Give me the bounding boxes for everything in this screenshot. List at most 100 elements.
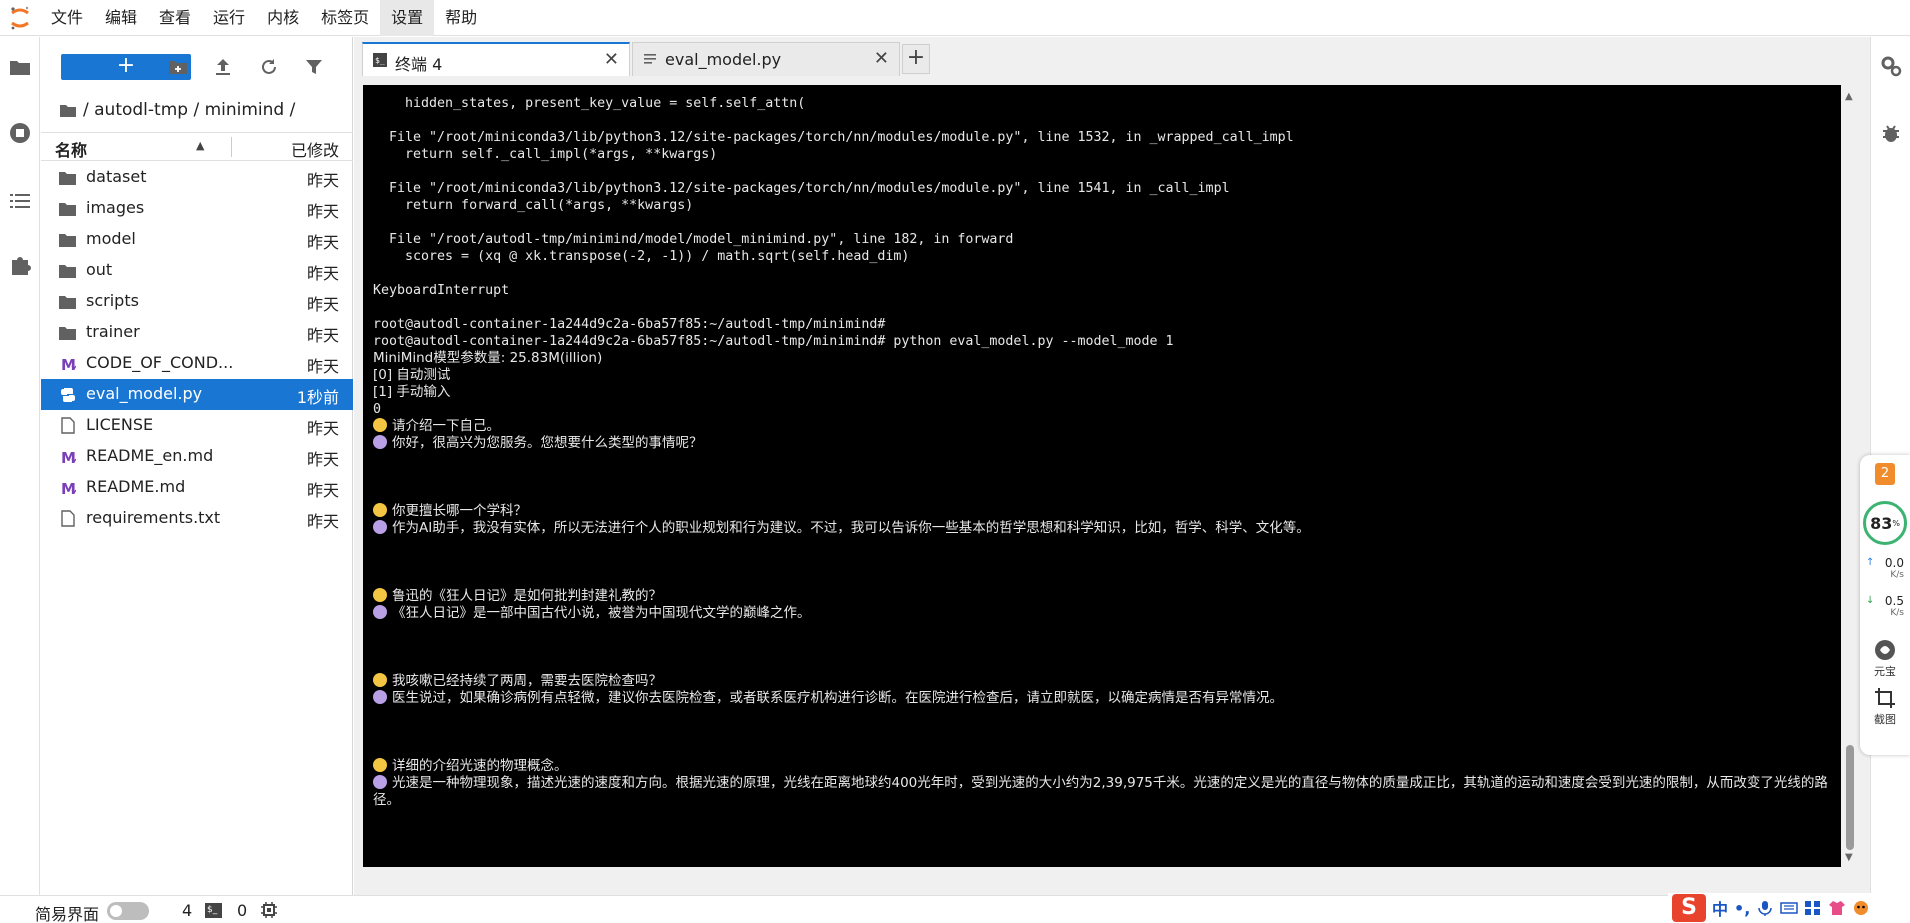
terminal-line: KeyboardInterrupt: [373, 282, 1829, 299]
download-value: 0.5: [1884, 594, 1904, 608]
menu-edit[interactable]: 编辑: [94, 0, 148, 36]
mascot-icon[interactable]: [1852, 900, 1870, 916]
terminal-line-text: return self._call_impl(*args, **kwargs): [373, 147, 718, 162]
terminal-line: [1] 手动输入: [373, 384, 1829, 401]
terminal-output[interactable]: hidden_states, present_key_value = self.…: [363, 85, 1841, 867]
terminal-count-icon[interactable]: $_: [205, 903, 222, 918]
new-folder-icon[interactable]: [167, 56, 189, 78]
file-row[interactable]: M CODE_OF_COND... 昨天: [41, 348, 353, 379]
add-tab-button[interactable]: +: [902, 44, 930, 74]
scrollbar-thumb[interactable]: [1846, 745, 1854, 850]
menu-file[interactable]: 文件: [40, 0, 94, 36]
menu-tabs[interactable]: 标签页: [310, 0, 380, 36]
file-row[interactable]: images 昨天: [41, 193, 353, 224]
terminal-count[interactable]: 0: [237, 901, 247, 920]
markdown-icon: M: [59, 479, 76, 496]
ime-toolbar[interactable]: S 中 •,: [1668, 893, 1910, 923]
file-modified: 昨天: [306, 295, 339, 314]
microphone-icon[interactable]: [1756, 900, 1774, 916]
notification-badge[interactable]: 2: [1875, 463, 1895, 485]
terminal-line-text: MiniMind模型参数量: 25.83M(illion): [373, 350, 603, 366]
kernel-count[interactable]: 4: [182, 901, 192, 920]
ime-punctuation[interactable]: •,: [1734, 899, 1750, 918]
terminal-line: 请介绍一下自己。: [373, 418, 1829, 435]
file-row[interactable]: M README_en.md 昨天: [41, 441, 353, 472]
terminal-line-text: 请介绍一下自己。: [392, 418, 500, 434]
robot-emoji-icon: [373, 435, 387, 449]
extension-puzzle-icon[interactable]: [8, 253, 32, 277]
ime-language[interactable]: 中: [1712, 896, 1728, 920]
close-icon[interactable]: ✕: [874, 48, 889, 69]
debugger-bug-icon[interactable]: [1881, 123, 1901, 147]
file-row[interactable]: model 昨天: [41, 224, 353, 255]
terminal-line: File "/root/miniconda3/lib/python3.12/si…: [373, 129, 1829, 146]
file-row[interactable]: M README.md 昨天: [41, 472, 353, 503]
close-icon[interactable]: ✕: [604, 49, 619, 70]
menu-kernel[interactable]: 内核: [256, 0, 310, 36]
file-row[interactable]: dataset 昨天: [41, 162, 353, 193]
menu-help[interactable]: 帮助: [434, 0, 488, 36]
folder-icon[interactable]: [8, 55, 32, 79]
upload-speed: ↑ 0.0 K/s: [1866, 557, 1904, 581]
menu-run[interactable]: 运行: [202, 0, 256, 36]
scroll-up-arrow-icon[interactable]: ▲: [1845, 91, 1853, 102]
tab-label: eval_model.py: [665, 50, 782, 69]
status-bar: 简易界面 4 $_ 0: [0, 895, 1910, 923]
file-name: eval_model.py: [86, 384, 203, 403]
jupyter-logo-icon: [0, 0, 40, 36]
running-stop-icon[interactable]: [8, 121, 32, 145]
menu-view[interactable]: 查看: [148, 0, 202, 36]
file-modified: 昨天: [306, 419, 339, 438]
file-row[interactable]: requirements.txt 昨天: [41, 503, 353, 534]
file-row[interactable]: scripts 昨天: [41, 286, 353, 317]
text-file-icon: [644, 54, 656, 64]
keyboard-icon[interactable]: [1780, 900, 1799, 916]
terminal-line: 你好，很高兴为您服务。您想要什么类型的事情呢？: [373, 435, 1829, 452]
main-dock-area: $_ 终端 4 ✕ eval_model.py ✕ + hidden_state…: [354, 37, 1870, 895]
terminal-line-text: File "/root/miniconda3/lib/python3.12/si…: [373, 130, 1294, 145]
toolbox-grid-icon[interactable]: [1804, 900, 1822, 916]
terminal-line: [0] 自动测试: [373, 367, 1829, 384]
python-icon: [59, 386, 76, 403]
file-row[interactable]: out 昨天: [41, 255, 353, 286]
file-modified: 昨天: [306, 264, 339, 283]
kernel-status-gear-icon[interactable]: [261, 902, 277, 918]
sort-ascending-icon[interactable]: ▲: [196, 139, 204, 152]
tab-terminal-4[interactable]: $_ 终端 4 ✕: [362, 42, 630, 76]
terminal-line-text: 我咳嗽已经持续了两周，需要去医院检查吗？: [392, 673, 662, 689]
system-monitor-widget[interactable]: 2 83% ↑ 0.0 K/s ↓ 0.5 K/s 元宝 截图: [1860, 455, 1910, 755]
file-row[interactable]: trainer 昨天: [41, 317, 353, 348]
skin-shirt-icon[interactable]: [1828, 900, 1846, 916]
terminal-line: return forward_call(*args, **kwargs): [373, 197, 1829, 214]
screenshot-tool[interactable]: 截图: [1865, 687, 1905, 727]
menu-settings[interactable]: 设置: [380, 0, 435, 36]
sogou-logo-icon[interactable]: S: [1672, 894, 1706, 922]
yuanbao-label: 元宝: [1874, 665, 1896, 678]
column-modified-header[interactable]: 已修改: [291, 137, 339, 161]
breadcrumb-folder-icon[interactable]: [59, 103, 77, 118]
column-name-header[interactable]: 名称: [55, 137, 87, 161]
terminal-line-text: return forward_call(*args, **kwargs): [373, 198, 694, 213]
upload-icon[interactable]: [212, 56, 234, 78]
scroll-down-arrow-icon[interactable]: ▼: [1845, 852, 1853, 863]
file-browser-toolbar: +: [41, 37, 353, 93]
svg-text:$_: $_: [375, 56, 385, 65]
breadcrumb-path[interactable]: / autodl-tmp / minimind /: [83, 95, 295, 125]
yuanbao-tool[interactable]: 元宝: [1865, 639, 1905, 679]
refresh-icon[interactable]: [258, 56, 280, 78]
filter-icon[interactable]: [303, 56, 325, 78]
table-of-contents-icon[interactable]: [8, 189, 32, 213]
terminal-line: return self._call_impl(*args, **kwargs): [373, 146, 1829, 163]
file-row[interactable]: LICENSE 昨天: [41, 410, 353, 441]
property-inspector-gears-icon[interactable]: [1880, 55, 1902, 81]
file-modified: 昨天: [306, 512, 339, 531]
tab-eval-model[interactable]: eval_model.py ✕: [632, 42, 900, 76]
terminal-line: File "/root/autodl-tmp/minimind/model/mo…: [373, 231, 1829, 248]
user-emoji-icon: [373, 588, 387, 602]
terminal-scrollbar[interactable]: ▲ ▼: [1843, 85, 1857, 867]
file-row[interactable]: eval_model.py 1秒前: [41, 379, 353, 410]
simple-mode-toggle[interactable]: [107, 902, 149, 920]
